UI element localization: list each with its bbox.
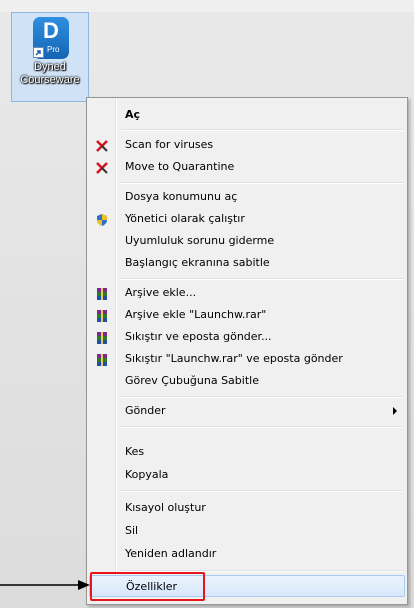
menu-item-move-to-quarantine[interactable]: Move to Quarantine — [89, 156, 405, 178]
menu-separator — [121, 490, 403, 492]
menu-item-open[interactable]: Aç — [89, 104, 405, 126]
menu-item-send-to[interactable]: Gönder — [89, 400, 405, 422]
menu-item-pin-to-taskbar[interactable]: Görev Çubuğuna Sabitle — [89, 370, 405, 392]
app-icon-pro-badge: Pro — [47, 45, 60, 54]
dyned-courseware-shortcut[interactable]: D Pro Dyned Courseware — [11, 12, 89, 102]
menu-item-label: Aç — [125, 108, 141, 121]
kaspersky-icon — [95, 138, 109, 152]
menu-item-pin-to-start[interactable]: Başlangıç ekranına sabitle — [89, 252, 405, 274]
menu-item-delete[interactable]: Sil — [89, 520, 405, 542]
menu-separator — [121, 426, 403, 428]
shortcut-label-line1: Dyned — [34, 61, 66, 73]
shortcut-arrow-icon — [33, 47, 44, 58]
shortcut-label-line2: Courseware — [20, 74, 80, 86]
menu-item-run-as-admin[interactable]: Yönetici olarak çalıştır — [89, 208, 405, 230]
menu-item-label: Sıkıştır "Launchw.rar" ve eposta gönder — [125, 352, 343, 365]
annotation-arrow — [0, 580, 90, 590]
winrar-icon — [95, 352, 109, 366]
menu-item-label: Yeniden adlandır — [125, 547, 217, 560]
context-menu: Aç Scan for viruses Move to Quarantine D… — [86, 97, 408, 605]
menu-item-label: Yönetici olarak çalıştır — [125, 212, 245, 225]
menu-item-troubleshoot-compatibility[interactable]: Uyumluluk sorunu giderme — [89, 230, 405, 252]
shortcut-label: Dyned Courseware — [12, 61, 88, 87]
menu-item-label: Gönder — [125, 404, 166, 417]
menu-item-label: Kısayol oluştur — [125, 501, 206, 514]
submenu-arrow-icon — [393, 407, 397, 415]
menu-item-rename[interactable]: Yeniden adlandır — [89, 543, 405, 565]
menu-item-label: Kopyala — [125, 468, 169, 481]
menu-separator — [121, 396, 403, 398]
winrar-icon — [95, 330, 109, 344]
uac-shield-icon — [95, 212, 109, 226]
menu-item-add-to-launchw-rar[interactable]: Arşive ekle "Launchw.rar" — [89, 304, 405, 326]
menu-item-create-shortcut[interactable]: Kısayol oluştur — [89, 497, 405, 519]
app-icon-letter: D — [43, 18, 59, 43]
kaspersky-icon — [95, 160, 109, 174]
desktop-top-strip — [0, 0, 414, 12]
menu-separator — [121, 129, 403, 131]
menu-item-label: Scan for viruses — [125, 138, 214, 151]
menu-item-label: Görev Çubuğuna Sabitle — [125, 374, 259, 387]
menu-separator — [121, 278, 403, 280]
winrar-icon — [95, 286, 109, 300]
menu-item-label: Sıkıştır ve eposta gönder... — [125, 330, 272, 343]
menu-item-copy[interactable]: Kopyala — [89, 464, 405, 486]
menu-item-add-to-archive[interactable]: Arşive ekle... — [89, 282, 405, 304]
menu-item-open-file-location[interactable]: Dosya konumunu aç — [89, 186, 405, 208]
menu-item-label: Uyumluluk sorunu giderme — [125, 234, 275, 247]
menu-item-compress-launchw-and-email[interactable]: Sıkıştır "Launchw.rar" ve eposta gönder — [89, 348, 405, 370]
menu-item-label: Arşive ekle "Launchw.rar" — [125, 308, 267, 321]
menu-item-label: Sil — [125, 524, 139, 537]
menu-item-label: Arşive ekle... — [125, 286, 197, 299]
annotation-highlight-box — [90, 572, 205, 601]
menu-item-cut[interactable]: Kes — [89, 441, 405, 463]
menu-item-scan-for-viruses[interactable]: Scan for viruses — [89, 134, 405, 156]
menu-item-label: Dosya konumunu aç — [125, 190, 238, 203]
winrar-icon — [95, 308, 109, 322]
menu-item-label: Başlangıç ekranına sabitle — [125, 256, 270, 269]
menu-item-label: Kes — [125, 445, 145, 458]
menu-separator — [121, 182, 403, 184]
menu-item-compress-and-email[interactable]: Sıkıştır ve eposta gönder... — [89, 326, 405, 348]
menu-item-label: Move to Quarantine — [125, 160, 235, 173]
